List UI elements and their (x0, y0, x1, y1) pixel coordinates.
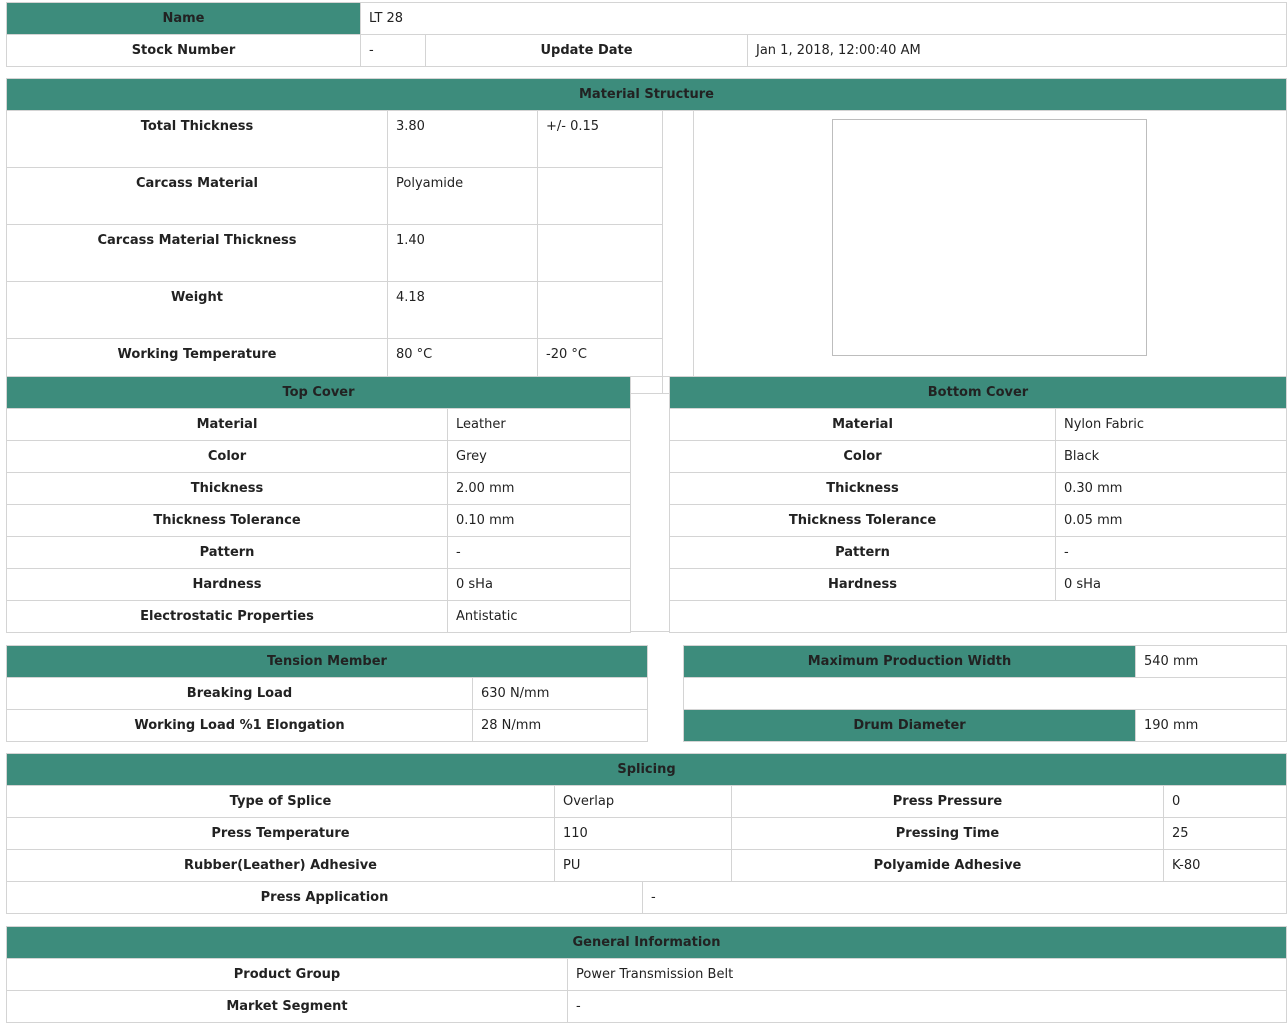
header-table: Name LT 28 Stock Number - Update Date Ja… (6, 2, 1287, 67)
top-cover-value: 0 sHa (447, 568, 631, 601)
top-cover-label: Hardness (6, 568, 448, 601)
polyamide-adhesive-label: Polyamide Adhesive (731, 849, 1164, 882)
top-cover-value: - (447, 536, 631, 569)
polyamide-adhesive-value: K-80 (1163, 849, 1287, 882)
tension-label: Working Load %1 Elongation (6, 709, 473, 742)
belt-image-placeholder (832, 119, 1147, 356)
top-cover-label: Thickness (6, 472, 448, 505)
bottom-cover-label: Hardness (669, 568, 1056, 601)
name-value: LT 28 (360, 2, 1287, 35)
top-cover-label: Electrostatic Properties (6, 600, 448, 633)
press-application-value: - (642, 881, 1287, 914)
max-production-width-value: 540 mm (1135, 645, 1287, 678)
update-date-label: Update Date (425, 34, 748, 67)
general-information-table: General Information Product Group Power … (6, 926, 1287, 1023)
general-information-header: General Information (6, 926, 1287, 959)
bottom-cover-value: 0.30 mm (1055, 472, 1287, 505)
ms-spacer (662, 110, 694, 394)
bottom-cover-label: Thickness Tolerance (669, 504, 1056, 537)
press-pressure-label: Press Pressure (731, 785, 1164, 818)
bottom-cover-label: Material (669, 408, 1056, 441)
splicing-header: Splicing (6, 753, 1287, 786)
bottom-cover-table: Bottom Cover Material Nylon Fabric Color B… (669, 376, 1287, 633)
market-segment-label: Market Segment (6, 990, 568, 1023)
ms-label: Carcass Material Thickness (6, 224, 388, 282)
rubber-adhesive-label: Rubber(Leather) Adhesive (6, 849, 555, 882)
ms-value: 3.80 (387, 110, 538, 168)
top-cover-value: Grey (447, 440, 631, 473)
bottom-cover-value: 0 sHa (1055, 568, 1287, 601)
name-label: Name (6, 2, 361, 35)
update-date-value: Jan 1, 2018, 12:00:40 AM (747, 34, 1287, 67)
ms-extra: +/- 0.15 (537, 110, 663, 168)
bottom-cover-value: - (1055, 536, 1287, 569)
top-cover-value: 2.00 mm (447, 472, 631, 505)
rubber-adhesive-value: PU (554, 849, 732, 882)
bottom-cover-header: Bottom Cover (669, 376, 1287, 409)
bottom-cover-label: Pattern (669, 536, 1056, 569)
tension-member-table: Tension Member Breaking Load 630 N/mm Wor… (6, 645, 648, 742)
product-group-value: Power Transmission Belt (567, 958, 1287, 991)
press-pressure-value: 0 (1163, 785, 1287, 818)
tension-value: 630 N/mm (472, 677, 648, 710)
material-structure-header: Material Structure (6, 78, 1287, 111)
bottom-cover-value: Nylon Fabric (1055, 408, 1287, 441)
ms-value: 4.18 (387, 281, 538, 339)
bottom-cover-label: Thickness (669, 472, 1056, 505)
bottom-cover-label: Color (669, 440, 1056, 473)
production-empty-row (683, 677, 1287, 710)
tension-label: Breaking Load (6, 677, 473, 710)
tension-member-header: Tension Member (6, 645, 648, 678)
ms-extra (537, 167, 663, 225)
top-cover-header: Top Cover (6, 376, 631, 409)
pressing-time-value: 25 (1163, 817, 1287, 850)
bottom-cover-value: 0.05 mm (1055, 504, 1287, 537)
tension-value: 28 N/mm (472, 709, 648, 742)
bottom-cover-empty-row (669, 600, 1287, 633)
press-application-label: Press Application (6, 881, 643, 914)
press-temperature-label: Press Temperature (6, 817, 555, 850)
type-of-splice-label: Type of Splice (6, 785, 555, 818)
ms-label: Total Thickness (6, 110, 388, 168)
top-cover-value: Antistatic (447, 600, 631, 633)
production-table: Maximum Production Width 540 mm Drum Dia… (683, 645, 1287, 742)
bottom-cover-value: Black (1055, 440, 1287, 473)
cover-gap (631, 376, 669, 632)
top-cover-label: Color (6, 440, 448, 473)
pressing-time-label: Pressing Time (731, 817, 1164, 850)
product-group-label: Product Group (6, 958, 568, 991)
ms-extra (537, 281, 663, 339)
drum-diameter-label: Drum Diameter (683, 709, 1136, 742)
top-cover-label: Thickness Tolerance (6, 504, 448, 537)
ms-value: 1.40 (387, 224, 538, 282)
ms-value: Polyamide (387, 167, 538, 225)
stock-number-label: Stock Number (6, 34, 361, 67)
ms-label: Carcass Material (6, 167, 388, 225)
splicing-table: Splicing Type of Splice Overlap Press Pr… (6, 753, 1287, 914)
ms-label: Weight (6, 281, 388, 339)
max-production-width-label: Maximum Production Width (683, 645, 1136, 678)
press-temperature-value: 110 (554, 817, 732, 850)
stock-number-value: - (360, 34, 426, 67)
drum-diameter-value: 190 mm (1135, 709, 1287, 742)
market-segment-value: - (567, 990, 1287, 1023)
top-cover-table: Top Cover Material Leather Color Grey Thic… (6, 376, 631, 633)
top-cover-value: 0.10 mm (447, 504, 631, 537)
top-cover-label: Material (6, 408, 448, 441)
type-of-splice-value: Overlap (554, 785, 732, 818)
top-cover-label: Pattern (6, 536, 448, 569)
top-cover-value: Leather (447, 408, 631, 441)
ms-extra (537, 224, 663, 282)
